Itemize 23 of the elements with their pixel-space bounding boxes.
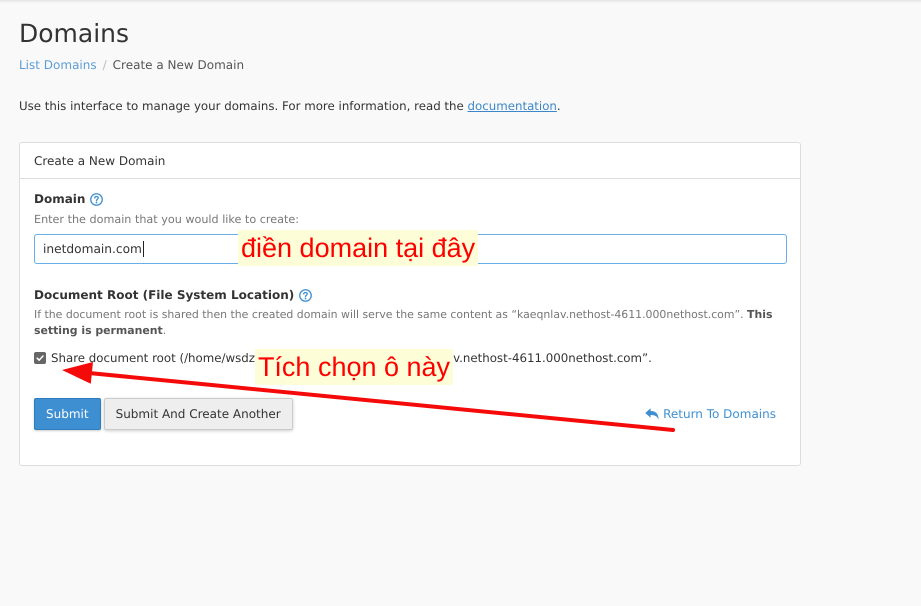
- panel-title: Create a New Domain: [34, 154, 166, 168]
- breadcrumb-separator: /: [102, 57, 107, 74]
- intro-text: Use this interface to manage your domains. For more information, read the documentation.: [19, 98, 561, 115]
- breadcrumb-link[interactable]: List Domains: [19, 56, 97, 74]
- return-link[interactable]: Return To Domains: [645, 407, 776, 421]
- field-description: If the document root is shared then the created domain will serve the same content as “kaeqnlav.nethost-4611.000nethost.com”. This setting is permanent.: [34, 307, 774, 339]
- annotation-label: điền domain tại đây: [238, 230, 478, 266]
- help-icon[interactable]: [90, 192, 104, 206]
- reply-arrow-icon: [645, 408, 660, 420]
- submit-and-create-button[interactable]: Submit And Create Another: [104, 398, 293, 430]
- submit-button[interactable]: Submit: [34, 398, 101, 430]
- page-title: Domains: [19, 18, 130, 50]
- field-label: Document Root (File System Location): [34, 288, 294, 302]
- field-hint: Enter the domain that you would like to create:: [34, 212, 299, 228]
- checkbox-label: Share document root (/home/wsdz: [51, 351, 255, 365]
- field-label: Domain: [34, 192, 86, 206]
- breadcrumb-current: Create a New Domain: [112, 57, 244, 74]
- checkbox-label: v.nethost-4611.000nethost.com”.: [453, 351, 652, 365]
- help-icon[interactable]: [299, 288, 312, 302]
- checkbox[interactable]: [34, 352, 46, 364]
- text-cursor-icon: [142, 241, 144, 257]
- annotation-label: Tích chọn ô này: [254, 349, 454, 385]
- documentation-link[interactable]: documentation: [468, 99, 557, 113]
